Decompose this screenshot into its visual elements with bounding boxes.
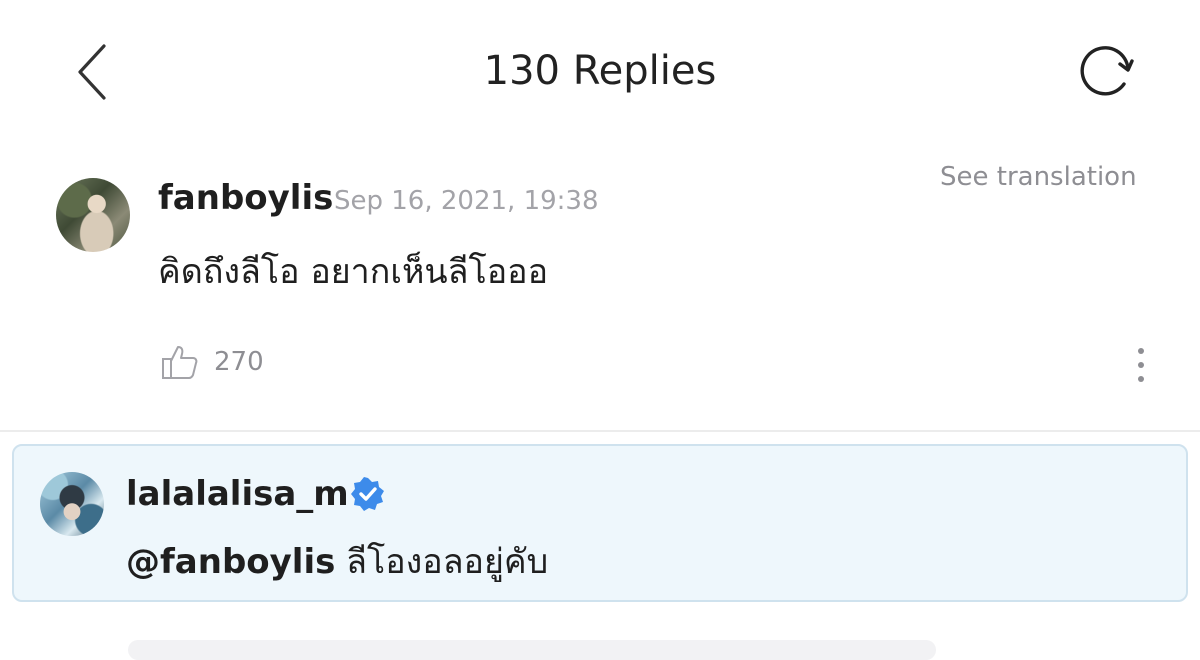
highlighted-reply: lalalalisa_m @fanboylis ลีโองอลอยู่คับ — [12, 444, 1188, 602]
reply-body: ลีโองอลอยู่คับ — [335, 542, 549, 582]
reply-input-bar[interactable] — [128, 640, 936, 660]
verified-badge-icon — [351, 477, 384, 511]
page-title: 130 Replies — [483, 48, 717, 94]
avatar[interactable] — [40, 472, 104, 536]
top-bar: 130 Replies — [0, 0, 1200, 140]
comment-text: คิดถึงลีโอ อยากเห็นลีโอออ — [158, 252, 548, 292]
comment: fanboylis Sep 16, 2021, 19:38 See transl… — [0, 150, 1200, 430]
comment-username[interactable]: fanboylis — [158, 178, 333, 218]
like-button[interactable] — [160, 342, 200, 382]
more-options-button[interactable] — [1128, 346, 1154, 386]
comment-timestamp: Sep 16, 2021, 19:38 — [334, 186, 599, 216]
thumbs-up-icon — [162, 346, 198, 379]
see-translation-link[interactable]: See translation — [940, 162, 1137, 192]
refresh-icon — [1080, 46, 1134, 96]
reply-username[interactable]: lalalalisa_m — [126, 474, 349, 514]
mention-link[interactable]: @fanboylis — [126, 542, 335, 582]
avatar[interactable] — [56, 178, 130, 252]
divider — [0, 430, 1200, 432]
like-count: 270 — [214, 347, 264, 377]
refresh-button[interactable] — [1076, 44, 1136, 100]
reply-text: @fanboylis ลีโองอลอยู่คับ — [126, 534, 548, 588]
